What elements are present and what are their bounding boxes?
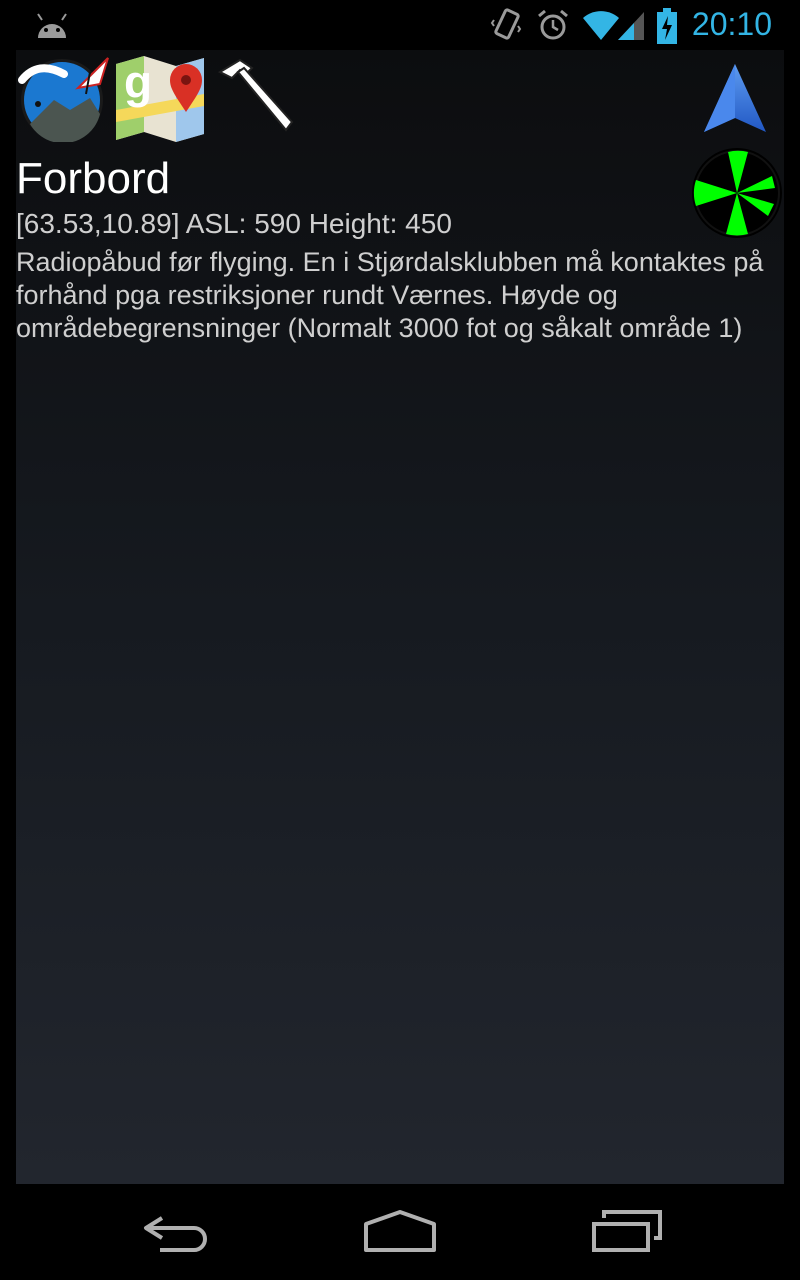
svg-text:g: g <box>124 56 152 108</box>
hammer-icon[interactable] <box>216 58 296 134</box>
battery-charging-icon <box>657 8 677 44</box>
home-icon[interactable] <box>362 1204 438 1260</box>
navigation-bar <box>0 1184 800 1280</box>
status-clock: 20:10 <box>691 6 772 42</box>
status-bar: 20:10 <box>0 0 800 50</box>
site-details: [63.53,10.89] ASL: 590 Height: 450 <box>16 208 452 239</box>
screen: 20:10 g Forbord [63.53,10.89] ASL: 590 H… <box>0 0 800 1280</box>
google-maps-icon[interactable]: g <box>114 54 206 144</box>
recent-apps-icon[interactable] <box>590 1204 666 1260</box>
site-description: Radiopåbud før flyging. En i Stjørdalskl… <box>16 247 764 343</box>
site-detail-panel: g Forbord [63.53,10.89] ASL: 590 Height:… <box>16 50 784 1184</box>
navigation-arrow-icon[interactable] <box>702 62 768 134</box>
wifi-icon <box>583 11 619 40</box>
back-icon[interactable] <box>140 1204 212 1260</box>
site-name: Forbord <box>16 154 171 203</box>
android-debug-icon <box>37 13 67 38</box>
vibrate-icon <box>490 8 522 40</box>
wind-direction-icon <box>692 148 782 238</box>
paragliding-app-icon[interactable] <box>18 54 112 142</box>
alarm-icon <box>538 9 568 40</box>
signal-icon <box>618 12 644 40</box>
